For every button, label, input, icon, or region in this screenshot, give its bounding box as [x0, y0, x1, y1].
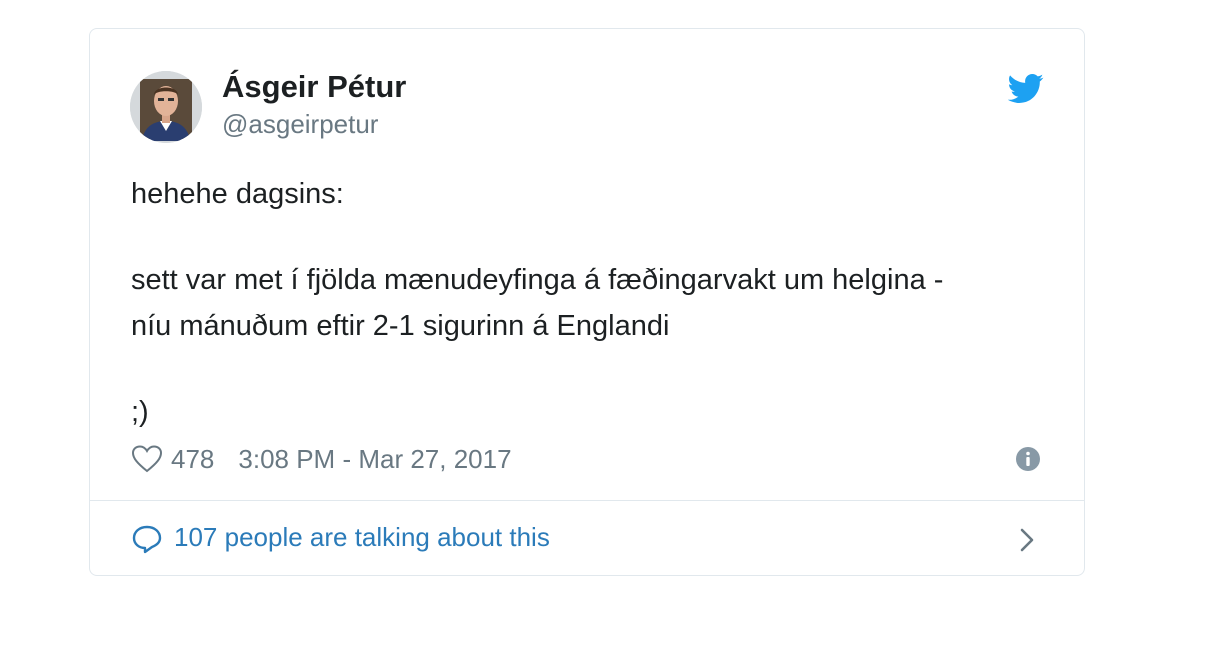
tweet-line: hehehe dagsins: — [131, 178, 344, 210]
avatar[interactable] — [130, 71, 202, 143]
tweet-text: hehehe dagsins: sett var met í fjölda mæ… — [131, 171, 1051, 435]
tweet-line: sett var met í fjölda mænudeyfinga á fæð… — [131, 264, 944, 296]
tweet-timestamp[interactable]: 3:08 PM - Mar 27, 2017 — [238, 444, 511, 475]
conversation-label[interactable]: 107 people are talking about this — [174, 522, 550, 553]
user-handle[interactable]: @asgeirpetur — [222, 109, 378, 140]
conversation-link[interactable]: 107 people are talking about this — [90, 501, 1084, 577]
tweet-line: ;) — [131, 396, 149, 428]
display-name[interactable]: Ásgeir Pétur — [222, 69, 406, 105]
info-icon[interactable] — [1015, 446, 1041, 472]
twitter-bird-icon[interactable] — [1008, 73, 1044, 105]
chevron-right-icon[interactable] — [1018, 526, 1036, 554]
heart-icon[interactable] — [131, 444, 163, 474]
tweet-line: níu mánuðum eftir 2-1 sigurinn á England… — [131, 310, 670, 342]
speech-bubble-icon — [132, 525, 162, 554]
tweet-meta: 478 3:08 PM - Mar 27, 2017 — [131, 441, 512, 477]
avatar-photo — [130, 71, 202, 143]
tweet-card[interactable]: Ásgeir Pétur @asgeirpetur hehehe dagsins… — [89, 28, 1085, 576]
like-count[interactable]: 478 — [171, 444, 214, 475]
